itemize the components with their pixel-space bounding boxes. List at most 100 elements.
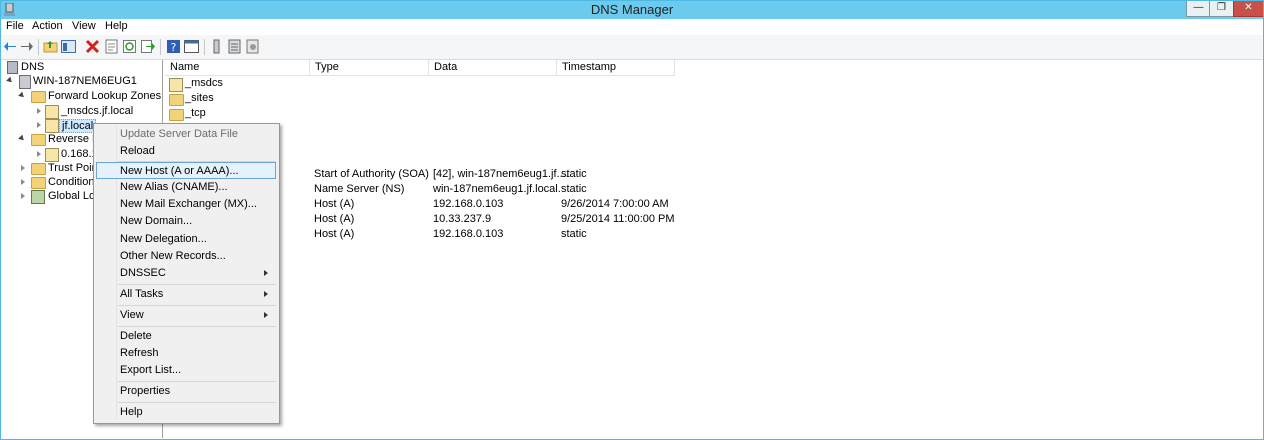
menu-item-refresh[interactable]: Refresh: [96, 345, 276, 362]
minimize-button[interactable]: —: [1186, 1, 1211, 17]
list-icon[interactable]: [227, 39, 242, 54]
record-timestamp: 9/26/2014 7:00:00 AM: [561, 198, 669, 210]
menu-bar: File Action View Help: [1, 19, 1263, 35]
column-header-data[interactable]: Data: [429, 60, 557, 76]
folder-icon: [169, 109, 184, 121]
menu-item-label: Reload: [120, 145, 155, 157]
menu-file[interactable]: File: [6, 20, 24, 32]
record-data: 10.33.237.9: [433, 213, 492, 225]
properties-icon[interactable]: [104, 39, 119, 54]
export-icon[interactable]: [140, 39, 155, 54]
menu-item-label: Export List...: [120, 364, 182, 376]
menu-item-all-tasks[interactable]: All Tasks: [96, 286, 276, 303]
collapsed-arrow-icon[interactable]: [21, 193, 25, 199]
back-icon[interactable]: [3, 39, 18, 54]
menu-item-label: Delete: [120, 330, 152, 342]
expanded-arrow-icon[interactable]: [6, 76, 14, 85]
zone-icon: [45, 119, 59, 133]
window-title: DNS Manager: [590, 2, 674, 17]
record-data: 192.168.0.103: [433, 228, 504, 240]
menu-item-dnssec[interactable]: DNSSEC: [96, 265, 276, 282]
record-type: Host (A): [314, 213, 355, 225]
menu-item-new-domain[interactable]: New Domain...: [96, 213, 276, 230]
menu-item-reload[interactable]: Reload: [96, 143, 276, 160]
menu-item-view[interactable]: View: [96, 307, 276, 324]
menu-item-new-mail-exchanger[interactable]: New Mail Exchanger (MX)...: [96, 196, 276, 213]
tree-node-server[interactable]: WIN-187NEM6EUG1: [5, 75, 155, 89]
menu-item-label: Refresh: [120, 347, 159, 359]
menu-item-label: DNSSEC: [120, 267, 166, 279]
list-item[interactable]: _sites: [165, 92, 465, 107]
menu-item-label: New Host (A or AAAA)...: [120, 165, 239, 177]
collapsed-arrow-icon[interactable]: [37, 122, 41, 128]
console-view-icon[interactable]: [184, 39, 199, 54]
column-header-timestamp[interactable]: Timestamp: [557, 60, 675, 76]
zone-icon: [45, 105, 59, 119]
record-timestamp: 9/25/2014 11:00:00 PM: [561, 213, 675, 225]
menu-separator: [118, 381, 276, 382]
dns-manager-window: DNS Manager — ❐ ✕ File Action View Help …: [0, 0, 1264, 440]
toolbar-separator: [160, 39, 161, 55]
menu-item-export-list[interactable]: Export List...: [96, 362, 276, 379]
record-type: Start of Authority (SOA): [314, 168, 429, 180]
menu-item-label: Other New Records...: [120, 250, 226, 262]
menu-item-update-server-data-file[interactable]: Update Server Data File: [96, 126, 276, 143]
show-hide-tree-icon[interactable]: [61, 39, 76, 54]
menu-item-other-new-records[interactable]: Other New Records...: [96, 248, 276, 265]
menu-view[interactable]: View: [72, 20, 96, 32]
record-type: Name Server (NS): [314, 183, 405, 195]
submenu-arrow-icon: [264, 312, 268, 318]
global-logs-icon: [31, 190, 45, 204]
refresh-icon[interactable]: [122, 39, 137, 54]
forward-icon[interactable]: [19, 39, 34, 54]
tree-node-forward-lookup-zones[interactable]: Forward Lookup Zones: [5, 90, 161, 104]
collapsed-arrow-icon[interactable]: [21, 179, 25, 185]
expanded-arrow-icon[interactable]: [18, 134, 26, 143]
list-item-name: _sites: [185, 92, 214, 104]
toolbar-separator: [204, 39, 205, 55]
up-folder-icon[interactable]: [43, 39, 58, 54]
folder-icon: [169, 78, 183, 92]
collapsed-arrow-icon[interactable]: [37, 108, 41, 114]
menu-action[interactable]: Action: [32, 20, 63, 32]
menu-item-new-host[interactable]: New Host (A or AAAA)...: [96, 162, 276, 179]
record-data: [42], win-187nem6eug1.jf....: [433, 168, 569, 180]
close-button[interactable]: ✕: [1233, 1, 1263, 17]
tree-node-label: DNS: [21, 61, 45, 73]
collapsed-arrow-icon[interactable]: [21, 165, 25, 171]
menu-item-delete[interactable]: Delete: [96, 328, 276, 345]
submenu-arrow-icon: [264, 291, 268, 297]
help-icon[interactable]: ?: [166, 39, 181, 54]
collapsed-arrow-icon[interactable]: [37, 151, 41, 157]
expanded-arrow-icon[interactable]: [18, 91, 26, 100]
menu-separator: [118, 305, 276, 306]
menu-separator: [118, 402, 276, 403]
record-data: 192.168.0.103: [433, 198, 504, 210]
record-timestamp: static: [561, 183, 587, 195]
menu-item-new-delegation[interactable]: New Delegation...: [96, 231, 276, 248]
server-icon[interactable]: [209, 39, 224, 54]
tree-node-label: WIN-187NEM6EUG1: [33, 75, 137, 87]
delete-icon[interactable]: [85, 39, 100, 54]
record-data: win-187nem6eug1.jf.local.: [433, 183, 561, 195]
tree-node-dns[interactable]: DNS: [5, 61, 155, 75]
menu-separator: [118, 284, 276, 285]
menu-item-label: Properties: [120, 385, 171, 397]
menu-item-new-alias[interactable]: New Alias (CNAME)...: [96, 179, 276, 196]
menu-item-properties[interactable]: Properties: [96, 383, 276, 400]
settings-icon[interactable]: [245, 39, 260, 54]
svg-text:?: ?: [171, 41, 177, 54]
tree-node-zone-msdcs[interactable]: _msdcs.jf.local: [5, 105, 155, 119]
menu-item-label: Update Server Data File: [120, 128, 238, 140]
menu-help[interactable]: Help: [105, 20, 128, 32]
menu-item-label: All Tasks: [120, 288, 164, 300]
column-header-type[interactable]: Type: [310, 60, 429, 76]
title-bar[interactable]: DNS Manager — ❐ ✕: [1, 1, 1263, 19]
list-item[interactable]: _tcp: [165, 107, 465, 122]
maximize-button[interactable]: ❐: [1209, 1, 1234, 17]
column-header-name[interactable]: Name: [165, 60, 310, 76]
menu-item-help[interactable]: Help: [96, 404, 276, 421]
toolbar: ?: [1, 35, 1263, 60]
dns-icon: [7, 61, 18, 74]
list-item[interactable]: _msdcs: [165, 77, 465, 92]
